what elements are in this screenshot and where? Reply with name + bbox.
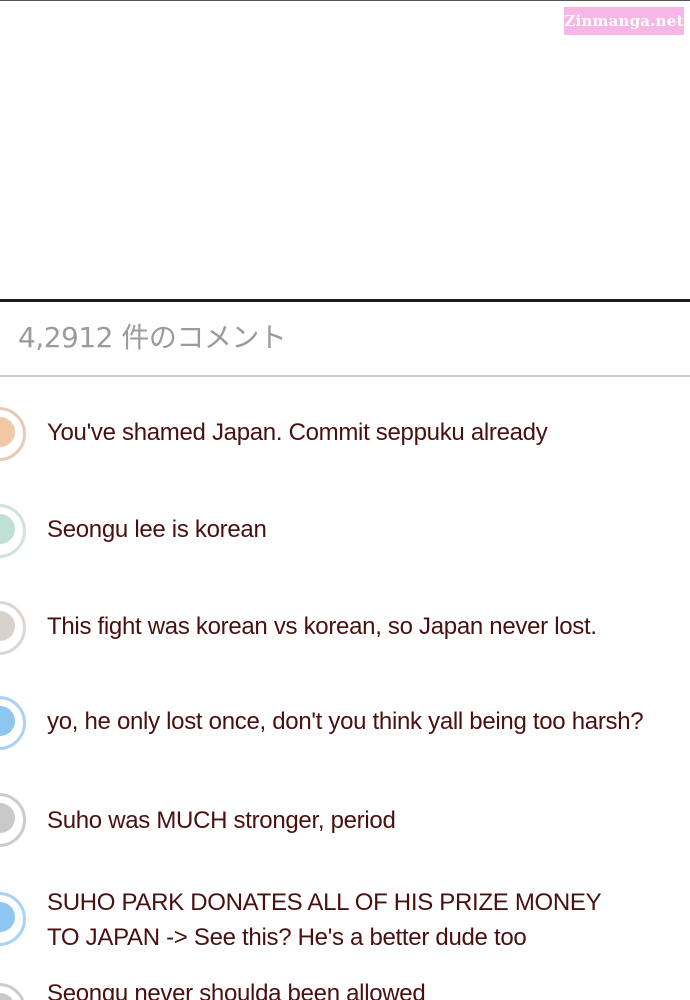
avatar-icon[interactable] <box>0 983 26 1000</box>
content-blank-area <box>0 1 690 300</box>
comments-section-divider <box>0 299 690 302</box>
avatar-icon[interactable] <box>0 504 26 558</box>
avatar-icon[interactable] <box>0 892 26 946</box>
avatar-icon[interactable] <box>0 407 26 461</box>
comment-text: Seongu never shoulda been allowed <box>47 980 426 1000</box>
comment-text: You've shamed Japan. Commit seppuku alre… <box>47 419 548 446</box>
comment-text: SUHO PARK DONATES ALL OF HIS PRIZE MONEY… <box>47 889 602 951</box>
avatar-icon[interactable] <box>0 793 26 847</box>
comment-text: Suho was MUCH stronger, period <box>47 807 396 834</box>
comment-text: yo, he only lost once, don't you think y… <box>47 708 644 735</box>
comment-list[interactable]: You've shamed Japan. Commit seppuku alre… <box>0 377 690 1000</box>
comment-count-label: 4,2912 件のコメント <box>18 321 287 354</box>
comments-page: Zinmanga.net 4,2912 件のコメント You've shamed… <box>0 0 690 1000</box>
avatar-icon[interactable] <box>0 601 26 655</box>
avatar-icon[interactable] <box>0 696 26 750</box>
comment-text: This fight was korean vs korean, so Japa… <box>47 613 597 640</box>
watermark-badge: Zinmanga.net <box>564 7 684 35</box>
comment-text: Seongu lee is korean <box>47 516 267 543</box>
